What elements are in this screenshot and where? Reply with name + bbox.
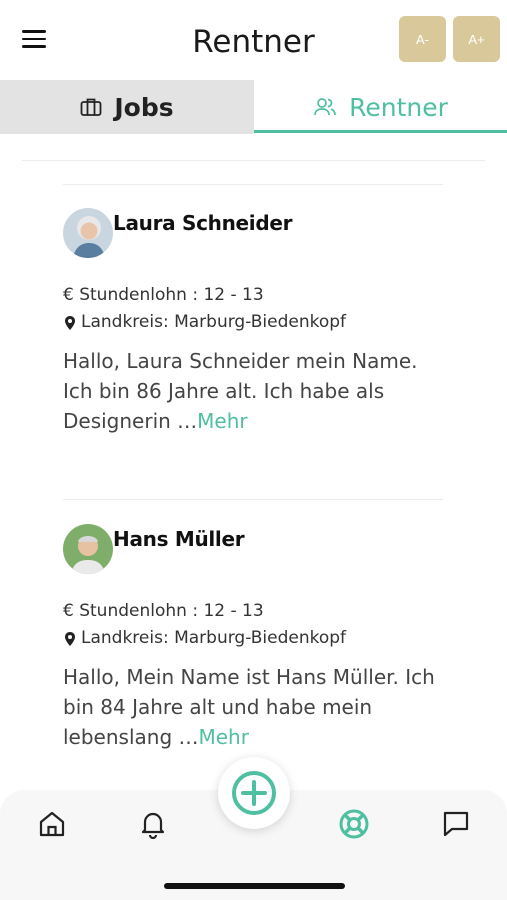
profile-name: Laura Schneider: [113, 211, 293, 235]
app-header: Rentner A- A+: [0, 0, 507, 80]
location-label: Landkreis: Marburg-Biedenkopf: [81, 312, 347, 332]
location-row: Landkreis: Marburg-Biedenkopf: [63, 309, 443, 336]
profile-name: Hans Müller: [113, 527, 245, 551]
location-row: Landkreis: Marburg-Biedenkopf: [63, 625, 443, 652]
tab-jobs-label: Jobs: [114, 92, 174, 122]
home-icon: [39, 811, 65, 837]
nav-help-button[interactable]: [336, 806, 372, 842]
divider: [63, 499, 443, 500]
profile-card[interactable]: Laura Schneider € Stundenlohn : 12 - 13 …: [63, 208, 443, 436]
map-pin-icon: [65, 315, 75, 330]
users-icon: [314, 98, 336, 116]
lifebuoy-icon: [339, 809, 369, 839]
profile-description: Hallo, Laura Schneider mein Name. Ich bi…: [63, 346, 443, 436]
divider: [22, 160, 485, 161]
font-increase-button[interactable]: A+: [453, 16, 500, 62]
avatar: [63, 208, 113, 258]
nav-home-button[interactable]: [34, 806, 70, 842]
chat-icon: [443, 811, 469, 837]
nav-chat-button[interactable]: [438, 806, 474, 842]
tab-rentner-label: Rentner: [349, 92, 448, 122]
map-pin-icon: [65, 631, 75, 646]
more-link[interactable]: Mehr: [197, 409, 247, 433]
tab-bar: Jobs Rentner: [0, 80, 507, 134]
font-decrease-button[interactable]: A-: [399, 16, 446, 62]
hourly-wage: € Stundenlohn : 12 - 13: [63, 285, 264, 305]
add-circle-icon: [232, 771, 276, 815]
nav-notifications-button[interactable]: [135, 806, 171, 842]
profile-description: Hallo, Mein Name ist Hans Müller. Ich bi…: [63, 662, 443, 752]
briefcase-icon: [80, 98, 102, 116]
active-tab-indicator: [254, 130, 507, 133]
add-button[interactable]: [218, 757, 290, 829]
bell-icon: [141, 812, 165, 839]
hourly-wage: € Stundenlohn : 12 - 13: [63, 601, 264, 621]
more-link[interactable]: Mehr: [199, 725, 249, 749]
home-indicator: [164, 883, 345, 889]
tab-jobs[interactable]: Jobs: [0, 80, 254, 134]
location-label: Landkreis: Marburg-Biedenkopf: [81, 628, 347, 648]
avatar: [63, 524, 113, 574]
divider: [63, 184, 443, 185]
profile-card[interactable]: Hans Müller € Stundenlohn : 12 - 13 Land…: [63, 524, 443, 752]
tab-rentner[interactable]: Rentner: [254, 80, 507, 134]
